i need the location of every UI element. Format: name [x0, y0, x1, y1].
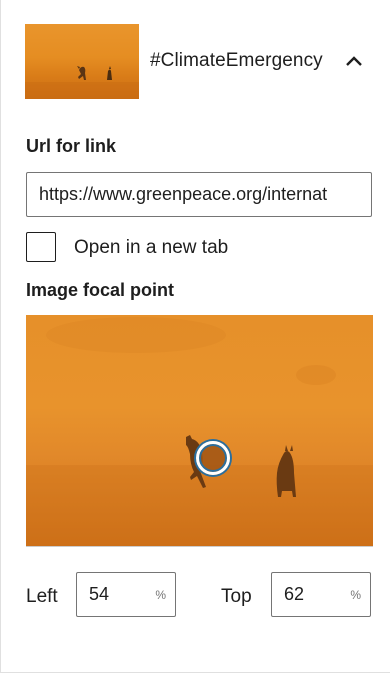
url-label: Url for link [26, 136, 117, 156]
left-label: Left [26, 586, 58, 607]
block-header: #ClimateEmergency [25, 24, 375, 99]
left-field: % [76, 572, 176, 617]
top-input[interactable] [272, 573, 352, 616]
url-input[interactable] [26, 172, 372, 217]
block-title: #ClimateEmergency [150, 50, 323, 71]
focal-image [26, 317, 373, 546]
new-tab-label: Open in a new tab [74, 237, 229, 258]
thumbnail-image [25, 24, 139, 99]
thumbnail-kangaroos [25, 66, 139, 99]
left-input[interactable] [77, 573, 157, 616]
chevron-up-icon[interactable] [341, 48, 367, 74]
focal-point-label: Image focal point [26, 280, 175, 300]
left-unit: % [155, 588, 166, 602]
focal-point-picker[interactable] [26, 315, 373, 547]
settings-panel: #ClimateEmergency Url for link Open in a… [0, 0, 390, 673]
top-field: % [271, 572, 371, 617]
new-tab-checkbox[interactable] [26, 232, 56, 262]
top-unit: % [350, 588, 361, 602]
top-label: Top [221, 586, 252, 607]
